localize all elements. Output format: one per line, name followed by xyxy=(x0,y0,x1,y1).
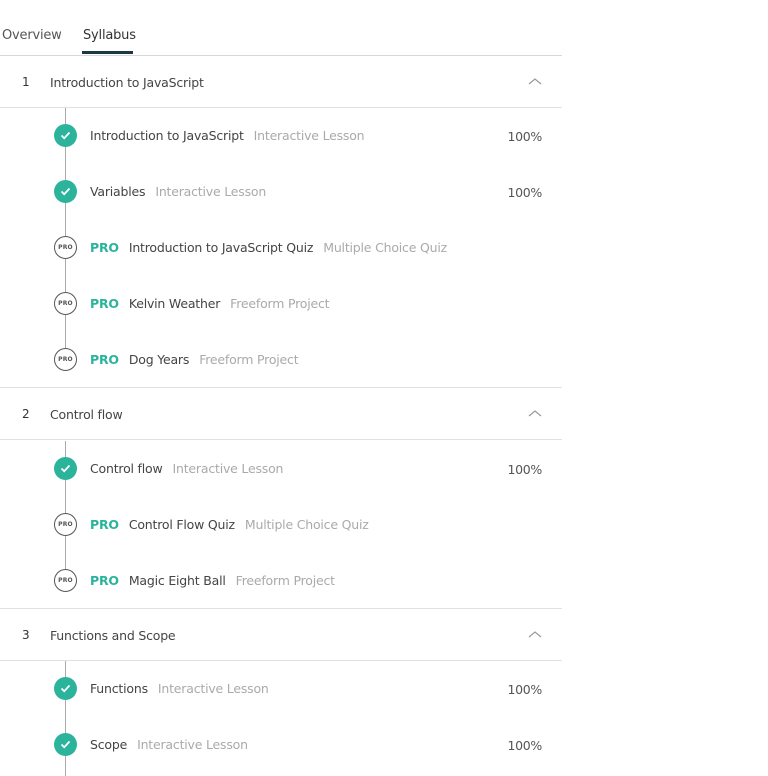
check-circle-icon xyxy=(54,124,77,147)
lesson-type: Multiple Choice Quiz xyxy=(244,517,369,532)
lesson-type: Freeform Project xyxy=(235,573,335,588)
active-tab-indicator xyxy=(82,51,133,54)
lesson-title[interactable]: Introduction to JavaScript xyxy=(90,128,244,143)
lesson-row[interactable]: Control flow Interactive Lesson 100% xyxy=(0,455,562,483)
module-header[interactable]: 1 Introduction to JavaScript xyxy=(0,56,562,108)
check-circle-icon xyxy=(54,457,77,480)
pro-badge-icon: PRO xyxy=(54,236,77,259)
lesson-progress: 100% xyxy=(507,682,542,697)
lesson-title[interactable]: Variables xyxy=(90,184,146,199)
module-number: 2 xyxy=(22,407,30,421)
module-title: Control flow xyxy=(50,407,123,422)
pro-tag: PRO xyxy=(90,296,119,311)
pro-tag: PRO xyxy=(90,352,119,367)
tab-syllabus[interactable]: Syllabus xyxy=(83,28,136,43)
pro-tag: PRO xyxy=(90,573,119,588)
lesson-title[interactable]: Functions xyxy=(90,681,148,696)
lesson-row[interactable]: PRO PRO Control Flow Quiz Multiple Choice … xyxy=(0,511,562,539)
lesson-title[interactable]: Dog Years xyxy=(129,352,190,367)
module-title: Introduction to JavaScript xyxy=(50,75,204,90)
lesson-type: Interactive Lesson xyxy=(157,681,269,696)
lesson-row[interactable]: Functions Interactive Lesson 100% xyxy=(0,675,562,703)
lesson-type: Interactive Lesson xyxy=(137,737,248,752)
pro-tag: PRO xyxy=(90,240,119,255)
lesson-type: Freeform Project xyxy=(199,352,299,367)
lesson-type: Freeform Project xyxy=(230,296,330,311)
lesson-row[interactable]: Scope Interactive Lesson 100% xyxy=(0,731,562,759)
pro-tag: PRO xyxy=(90,517,119,532)
tab-bar: Overview Syllabus xyxy=(0,0,562,56)
lesson-title[interactable]: Scope xyxy=(90,737,127,752)
lesson-row[interactable]: Variables Interactive Lesson 100% xyxy=(0,178,562,206)
pro-badge-icon: PRO xyxy=(54,292,77,315)
lesson-progress: 100% xyxy=(507,738,542,753)
chevron-up-icon[interactable] xyxy=(528,629,542,639)
lesson-type: Multiple Choice Quiz xyxy=(323,240,447,255)
lesson-progress: 100% xyxy=(507,462,542,477)
pro-badge-icon: PRO xyxy=(54,569,77,592)
lesson-type: Interactive Lesson xyxy=(172,461,284,476)
lesson-progress: 100% xyxy=(507,129,542,144)
pro-badge-icon: PRO xyxy=(54,348,77,371)
check-circle-icon xyxy=(54,677,77,700)
check-circle-icon xyxy=(54,733,77,756)
module-number: 1 xyxy=(22,75,30,89)
lesson-row[interactable]: Introduction to JavaScript Interactive Le… xyxy=(0,122,562,150)
chevron-up-icon[interactable] xyxy=(528,408,542,418)
lesson-row[interactable]: PRO PRO Magic Eight Ball Freeform Project xyxy=(0,567,562,595)
module-header[interactable]: 3 Functions and Scope xyxy=(0,609,562,661)
lesson-title[interactable]: Magic Eight Ball xyxy=(129,573,226,588)
module-title: Functions and Scope xyxy=(50,628,176,643)
lesson-title[interactable]: Kelvin Weather xyxy=(129,296,221,311)
tab-overview[interactable]: Overview xyxy=(2,28,62,43)
module-header[interactable]: 2 Control flow xyxy=(0,388,562,440)
lesson-row[interactable]: PRO PRO Kelvin Weather Freeform Project xyxy=(0,290,562,318)
lesson-type: Interactive Lesson xyxy=(253,128,365,143)
lesson-title[interactable]: Control flow xyxy=(90,461,163,476)
lesson-progress: 100% xyxy=(507,185,542,200)
lesson-title[interactable]: Introduction to JavaScript Quiz xyxy=(129,240,314,255)
module-number: 3 xyxy=(22,628,30,642)
lesson-row[interactable]: PRO PRO Dog Years Freeform Project xyxy=(0,346,562,374)
lesson-type: Interactive Lesson xyxy=(155,184,267,199)
pro-badge-icon: PRO xyxy=(54,513,77,536)
check-circle-icon xyxy=(54,180,77,203)
lesson-row[interactable]: PRO PRO Introduction to JavaScript Quiz Mu… xyxy=(0,234,562,262)
chevron-up-icon[interactable] xyxy=(528,76,542,86)
lesson-title[interactable]: Control Flow Quiz xyxy=(129,517,235,532)
